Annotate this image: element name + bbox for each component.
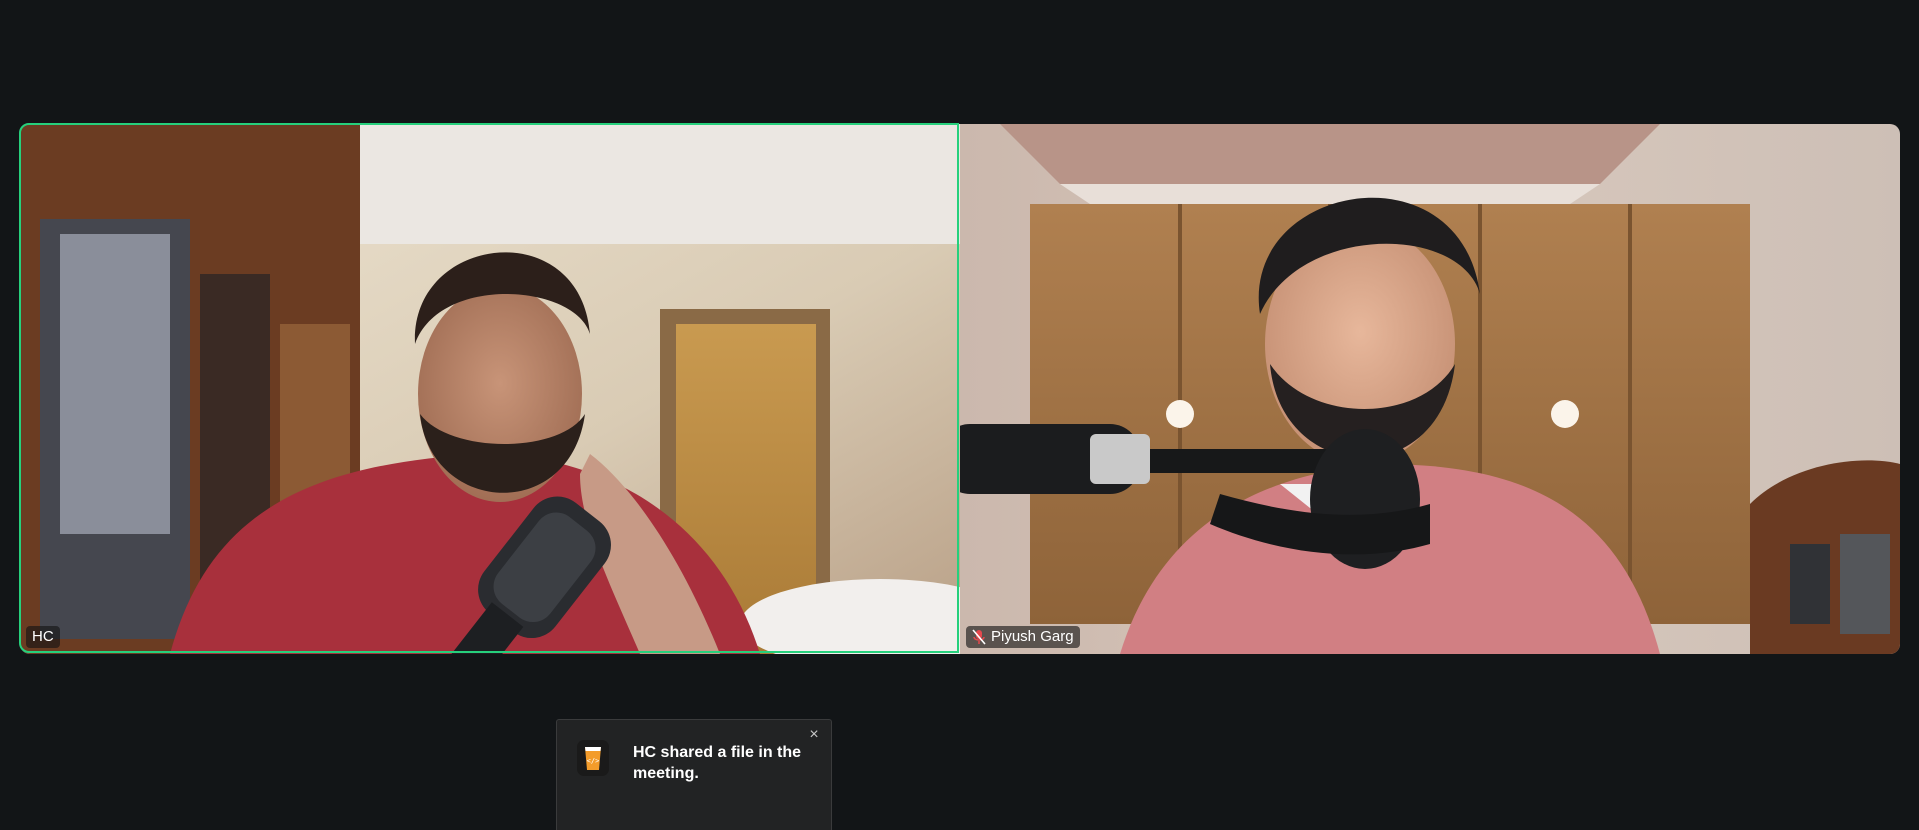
participant-name: HC [32,628,54,645]
mic-muted-icon [972,629,986,645]
participant-name: Piyush Garg [991,628,1074,645]
participant-tile-piyush-garg[interactable]: Piyush Garg [960,124,1900,654]
notification-message: HC shared a file in the meeting. [633,744,802,782]
file-share-icon: </> [577,740,609,776]
participant-tile-hc[interactable]: HC [20,124,960,654]
participant-name-tag: HC [26,626,60,648]
file-shared-notification[interactable]: </> HC shared a file in the meeting. × [556,719,832,830]
close-icon[interactable]: × [805,726,823,744]
participant-video-hc [20,124,960,654]
participant-name-tag: Piyush Garg [966,626,1080,648]
meeting-stage: HC Piyush Garg </> HC shared a file in t… [0,0,1919,830]
svg-text:</>: </> [587,757,600,765]
participant-video-piyush-garg [960,124,1900,654]
